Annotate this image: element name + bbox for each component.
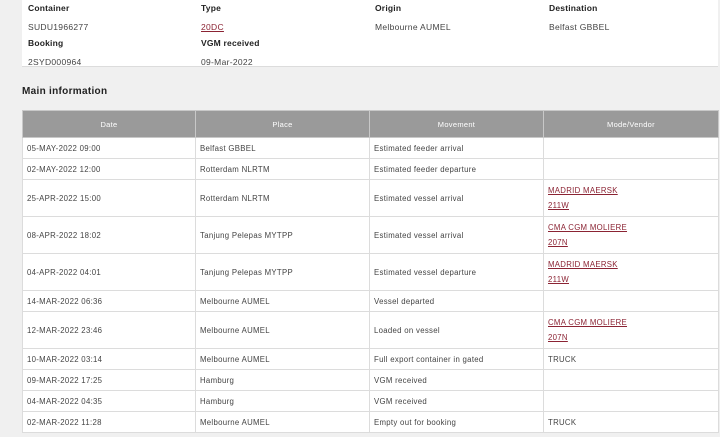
place-cell: Tanjung Pelepas MYTPP [195, 216, 370, 254]
destination-field: Destination Belfast GBBEL [549, 3, 610, 32]
mode-vendor-cell: TRUCK [543, 411, 719, 433]
vgm-label: VGM received [201, 38, 260, 48]
table-header-row: Date Place Movement Mode/Vendor [22, 110, 719, 138]
date-cell: 10-MAR-2022 03:14 [22, 348, 196, 370]
place-cell: Rotterdam NLRTM [195, 179, 370, 217]
movement-cell: VGM received [369, 390, 544, 412]
booking-field: Booking 2SYD000964 [28, 38, 82, 67]
container-field: Container SUDU1966277 [28, 3, 88, 32]
table-row: 09-MAR-2022 17:25 Hamburg VGM received [22, 369, 719, 391]
movement-cell: VGM received [369, 369, 544, 391]
table-row: 25-APR-2022 15:00 Rotterdam NLRTM Estimate… [22, 179, 719, 217]
date-column-header: Date [22, 110, 196, 138]
table-row: 05-MAY-2022 09:00 Belfast GBBEL Estimated … [22, 137, 719, 159]
movement-cell: Empty out for booking [369, 411, 544, 433]
table-row: 12-MAR-2022 23:46 Melbourne AUMEL Loaded o… [22, 311, 719, 349]
vessel-link[interactable]: CMA CGM MOLIERE [548, 315, 718, 330]
voyage-link[interactable]: 211W [548, 272, 718, 287]
table-row: 04-MAR-2022 04:35 Hamburg VGM received [22, 390, 719, 412]
mode-vendor-cell [543, 290, 719, 312]
origin-value: Melbourne AUMEL [375, 22, 451, 32]
destination-value: Belfast GBBEL [549, 22, 610, 32]
origin-label: Origin [375, 3, 402, 13]
movement-cell: Loaded on vessel [369, 311, 544, 349]
container-summary-panel: Container SUDU1966277 Type 20DC Origin M… [22, 0, 718, 67]
voyage-link[interactable]: 207N [548, 330, 718, 345]
place-cell: Melbourne AUMEL [195, 311, 370, 349]
voyage-link[interactable]: 207N [548, 235, 718, 250]
place-cell: Hamburg [195, 390, 370, 412]
vgm-field: VGM received 09-Mar-2022 [201, 38, 260, 67]
type-field: Type 20DC [201, 3, 224, 32]
place-cell: Melbourne AUMEL [195, 411, 370, 433]
movement-cell: Estimated vessel arrival [369, 179, 544, 217]
movement-cell: Estimated vessel departure [369, 253, 544, 291]
mode-vendor-cell: CMA CGM MOLIERE 207N [543, 216, 719, 254]
mode-vendor-cell [543, 369, 719, 391]
place-cell: Melbourne AUMEL [195, 348, 370, 370]
vessel-link[interactable]: CMA CGM MOLIERE [548, 220, 718, 235]
movements-table: Date Place Movement Mode/Vendor 05-MAY-2… [22, 110, 719, 433]
table-row: 14-MAR-2022 06:36 Melbourne AUMEL Vessel d… [22, 290, 719, 312]
movement-column-header: Movement [369, 110, 544, 138]
place-cell: Rotterdam NLRTM [195, 158, 370, 180]
table-row: 04-APR-2022 04:01 Tanjung Pelepas MYTPP Es… [22, 253, 719, 291]
movement-cell: Estimated vessel arrival [369, 216, 544, 254]
date-cell: 14-MAR-2022 06:36 [22, 290, 196, 312]
movement-cell: Estimated feeder departure [369, 158, 544, 180]
vgm-value: 09-Mar-2022 [201, 57, 253, 67]
vessel-link[interactable]: MADRID MAERSK [548, 183, 718, 198]
date-cell: 04-MAR-2022 04:35 [22, 390, 196, 412]
place-cell: Tanjung Pelepas MYTPP [195, 253, 370, 291]
place-cell: Belfast GBBEL [195, 137, 370, 159]
voyage-link[interactable]: 211W [548, 198, 718, 213]
mode-vendor-column-header: Mode/Vendor [543, 110, 719, 138]
mode-vendor-cell: MADRID MAERSK 211W [543, 179, 719, 217]
date-cell: 02-MAY-2022 12:00 [22, 158, 196, 180]
movement-cell: Estimated feeder arrival [369, 137, 544, 159]
mode-vendor-cell [543, 137, 719, 159]
destination-label: Destination [549, 3, 598, 13]
type-label: Type [201, 3, 222, 13]
date-cell: 02-MAR-2022 11:28 [22, 411, 196, 433]
date-cell: 08-APR-2022 18:02 [22, 216, 196, 254]
mode-vendor-cell [543, 158, 719, 180]
movement-cell: Vessel departed [369, 290, 544, 312]
main-information-title: Main information [22, 86, 108, 97]
booking-value: 2SYD000964 [28, 57, 82, 67]
type-link[interactable]: 20DC [201, 22, 224, 32]
mode-vendor-cell: MADRID MAERSK 211W [543, 253, 719, 291]
movements-table-container: Date Place Movement Mode/Vendor 05-MAY-2… [22, 110, 719, 433]
table-row: 02-MAY-2022 12:00 Rotterdam NLRTM Estimate… [22, 158, 719, 180]
container-label: Container [28, 3, 70, 13]
container-value: SUDU1966277 [28, 22, 89, 32]
date-cell: 05-MAY-2022 09:00 [22, 137, 196, 159]
table-row: 10-MAR-2022 03:14 Melbourne AUMEL Full exp… [22, 348, 719, 370]
mode-vendor-cell [543, 390, 719, 412]
table-row: 08-APR-2022 18:02 Tanjung Pelepas MYTPP Es… [22, 216, 719, 254]
date-cell: 09-MAR-2022 17:25 [22, 369, 196, 391]
table-body: 05-MAY-2022 09:00 Belfast GBBEL Estimated … [22, 137, 719, 433]
mode-vendor-cell: TRUCK [543, 348, 719, 370]
movement-cell: Full export container in gated [369, 348, 544, 370]
place-column-header: Place [195, 110, 370, 138]
booking-label: Booking [28, 38, 64, 48]
origin-field: Origin Melbourne AUMEL [375, 3, 451, 32]
table-row: 02-MAR-2022 11:28 Melbourne AUMEL Empty ou… [22, 411, 719, 433]
date-cell: 12-MAR-2022 23:46 [22, 311, 196, 349]
mode-vendor-cell: CMA CGM MOLIERE 207N [543, 311, 719, 349]
date-cell: 25-APR-2022 15:00 [22, 179, 196, 217]
date-cell: 04-APR-2022 04:01 [22, 253, 196, 291]
place-cell: Melbourne AUMEL [195, 290, 370, 312]
vessel-link[interactable]: MADRID MAERSK [548, 257, 718, 272]
place-cell: Hamburg [195, 369, 370, 391]
